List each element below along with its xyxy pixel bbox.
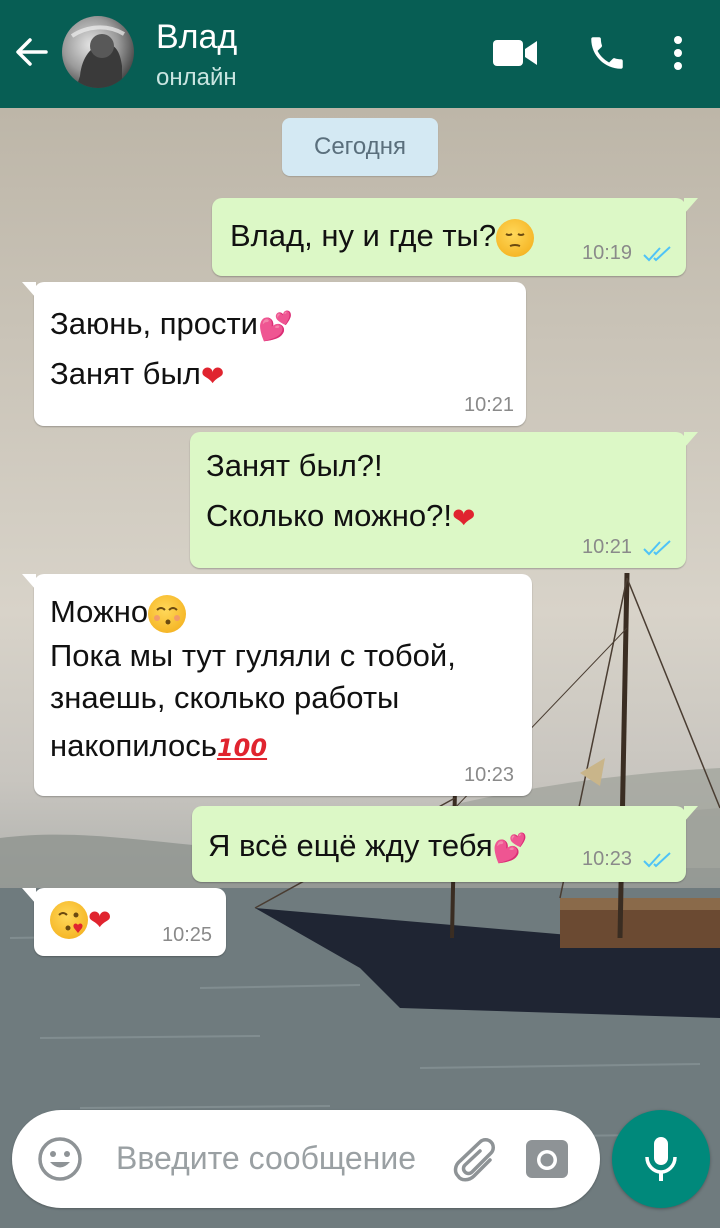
message-time: 10:25 (162, 924, 213, 946)
message-time: 10:21 (464, 394, 515, 416)
read-ticks-icon (642, 539, 671, 556)
message-time: 10:23 (464, 764, 515, 786)
message-text: Влад, ну и где ты? (230, 218, 535, 257)
arrow-left-icon[interactable] (10, 30, 54, 74)
message-text: накопилось100 (50, 728, 268, 763)
bubble-tail (684, 198, 698, 214)
message-text: Занят был❤ (50, 356, 225, 393)
contact-name[interactable]: Влад (156, 18, 237, 57)
message-bubble-outgoing[interactable]: Влад, ну и где ты? 10:19 (212, 198, 698, 276)
message-text: Сколько можно?!❤ (206, 498, 476, 535)
chat-header: Влад онлайн (0, 0, 720, 108)
message-text: Можно (50, 594, 187, 633)
contact-status: онлайн (156, 64, 237, 91)
pensive-face-emoji (496, 218, 535, 257)
face-blowing-kiss-emoji (50, 900, 88, 939)
message-text: знаешь, сколько работы (50, 680, 400, 715)
message-time: 10:19 (582, 242, 676, 265)
message-text: Пока мы тут гуляли с тобой, (50, 638, 456, 673)
message-input-bar[interactable]: Введите сообщение (12, 1110, 600, 1208)
message-text: Занят был?! (206, 448, 383, 483)
read-ticks-icon (642, 851, 671, 868)
red-heart-emoji: ❤ (88, 903, 112, 937)
message-time: 10:21 (582, 536, 676, 559)
microphone-icon (645, 1137, 677, 1181)
bubble-tail (684, 432, 698, 448)
read-ticks-icon (642, 245, 671, 262)
sparkling-heart-emoji: 💕 (258, 309, 293, 343)
more-vert-icon[interactable] (656, 28, 700, 78)
message-text: Заюнь, прости💕 (50, 306, 293, 343)
emoji-smile-icon[interactable] (36, 1135, 84, 1188)
avatar[interactable] (62, 16, 134, 88)
phone-icon[interactable] (582, 28, 632, 78)
bubble-tail (22, 574, 36, 590)
bubble-tail (22, 888, 36, 904)
red-heart-emoji: ❤ (452, 501, 476, 535)
video-camera-icon[interactable] (490, 28, 540, 78)
message-input[interactable]: Введите сообщение (116, 1140, 416, 1177)
message-text: ❤ (50, 900, 111, 939)
bubble-tail (22, 282, 36, 298)
hundred-points-emoji: 100 (216, 733, 268, 762)
red-heart-emoji: ❤ (200, 359, 225, 393)
bubble-tail (684, 806, 698, 822)
message-text: Я всё ещё жду тебя💕 (208, 828, 528, 865)
kissing-smiling-eyes-emoji (148, 594, 187, 633)
paperclip-icon[interactable] (452, 1134, 504, 1191)
message-bubble-outgoing[interactable]: Я всё ещё жду тебя💕 10:23 (192, 806, 698, 882)
message-bubble-outgoing[interactable]: Занят был?! Сколько можно?!❤ 10:21 (190, 432, 698, 568)
message-bubble-incoming[interactable]: ❤ 10:25 (22, 888, 226, 956)
message-time: 10:23 (582, 848, 676, 871)
date-chip: Сегодня (282, 118, 438, 176)
sparkling-heart-emoji: 💕 (492, 831, 528, 865)
message-bubble-incoming[interactable]: Заюнь, прости💕 Занят был❤ 10:21 (22, 282, 526, 426)
microphone-button[interactable] (612, 1110, 710, 1208)
message-bubble-incoming[interactable]: Можно Пока мы тут гуляли с тобой, знаешь… (22, 574, 532, 796)
camera-icon[interactable] (524, 1136, 570, 1185)
